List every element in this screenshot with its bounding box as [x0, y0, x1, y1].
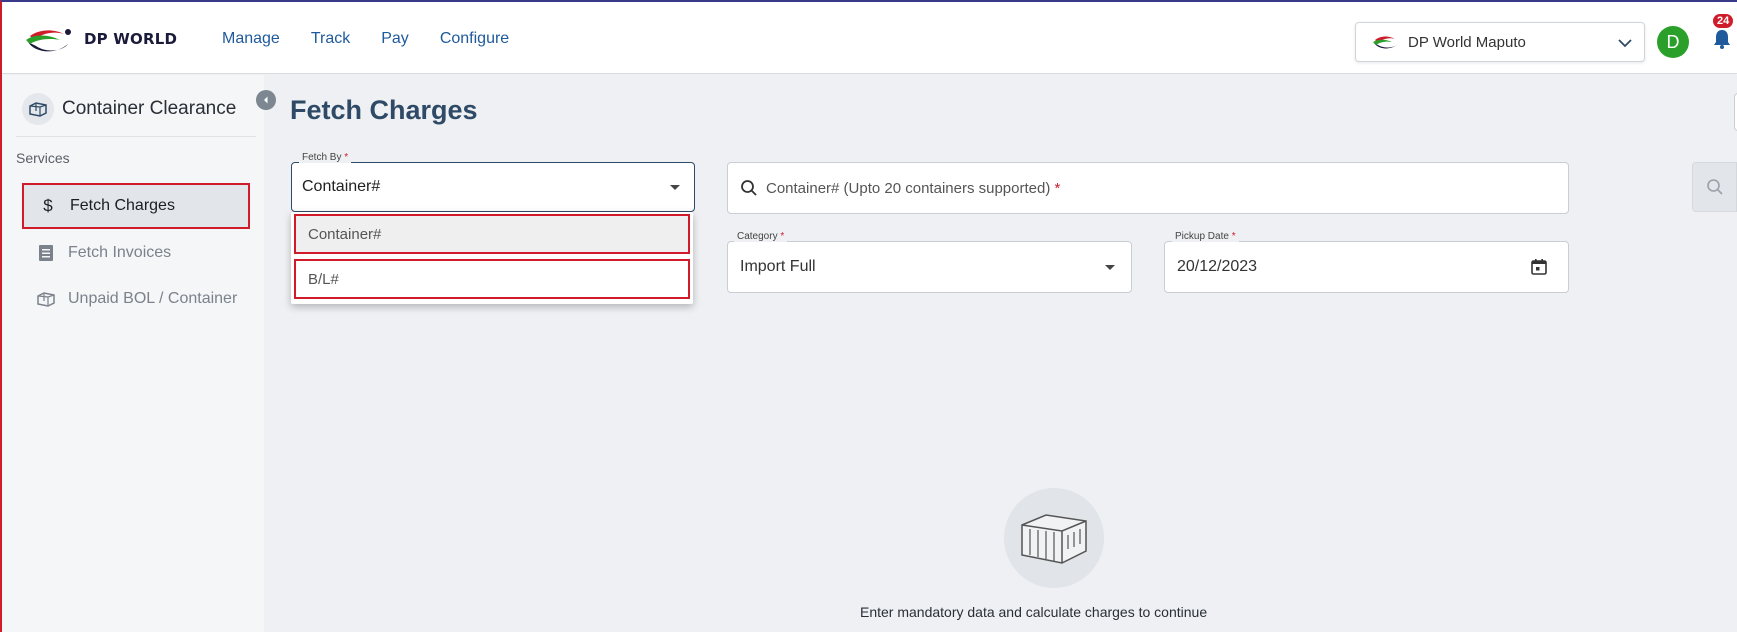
required-mark: * [1054, 179, 1061, 197]
required-mark: * [1231, 231, 1236, 242]
caret-down-icon [1105, 265, 1115, 270]
chevron-left-icon [264, 96, 268, 104]
dp-world-logo[interactable]: DP WORLD [24, 22, 177, 56]
pickup-date-field[interactable]: 20/12/2023 [1164, 241, 1569, 293]
category-label-text: Category [737, 231, 778, 242]
pickup-date-label: Pickup Date * [1172, 231, 1239, 242]
dropdown-option-bl[interactable]: B/L# [294, 259, 690, 299]
search-icon [1706, 179, 1723, 195]
sidebar-item-fetch-charges[interactable]: $ Fetch Charges [22, 183, 250, 229]
dropdown-option-container[interactable]: Container# [294, 214, 690, 254]
fetch-by-label-text: Fetch By [302, 152, 342, 163]
sidebar-title: Container Clearance [62, 98, 237, 119]
fetch-by-value: Container# [302, 178, 381, 195]
document-icon [36, 244, 56, 262]
collapse-sidebar-button[interactable] [256, 90, 276, 110]
nav-track[interactable]: Track [311, 30, 350, 48]
services-label: Services [16, 150, 70, 166]
nav-manage[interactable]: Manage [222, 30, 280, 48]
empty-state-message: Enter mandatory data and calculate charg… [860, 604, 1208, 620]
fetch-by-label: Fetch By * [299, 152, 352, 163]
empty-state-illustration [1004, 488, 1104, 588]
notification-badge: 24 [1713, 14, 1734, 28]
logo-text: DP WORLD [84, 30, 178, 48]
category-label: Category * [734, 231, 788, 242]
fetch-by-dropdown: Container# B/L# [291, 212, 693, 304]
terminal-name: DP World Maputo [1408, 33, 1526, 51]
container-icon [22, 93, 54, 125]
pickup-date-value: 20/12/2023 [1177, 258, 1258, 275]
page-title: Fetch Charges [290, 95, 478, 125]
category-value: Import Full [740, 258, 816, 275]
chevron-down-icon [1618, 39, 1632, 48]
sidebar: Container Clearance Services $ Fetch Cha… [2, 75, 264, 632]
sidebar-header: Container Clearance [22, 93, 236, 125]
sidebar-item-label: Unpaid BOL / Container [68, 290, 238, 307]
avatar[interactable]: D [1657, 26, 1689, 58]
search-placeholder: Container# (Upto 20 containers supported… [766, 180, 1060, 197]
main-nav: Manage Track Pay Configure [222, 30, 540, 48]
search-button[interactable] [1692, 162, 1737, 212]
nav-pay[interactable]: Pay [381, 30, 409, 48]
sidebar-item-label: Fetch Invoices [68, 244, 172, 261]
sidebar-divider [16, 136, 256, 137]
dollar-icon: $ [43, 196, 53, 215]
pickup-date-label-text: Pickup Date [1175, 231, 1229, 242]
container-icon [36, 291, 56, 307]
terminal-logo-icon [1373, 36, 1398, 49]
main-content [264, 75, 1737, 632]
caret-down-icon [670, 185, 680, 190]
dp-world-logo-icon [26, 29, 71, 52]
fetch-by-select[interactable]: Container# [291, 162, 695, 212]
category-select[interactable]: Import Full [727, 241, 1132, 293]
sidebar-item-label: Fetch Charges [70, 197, 175, 214]
sidebar-item-unpaid-bol[interactable]: Unpaid BOL / Container [22, 276, 250, 322]
container-search-input[interactable]: Container# (Upto 20 containers supported… [727, 162, 1569, 214]
required-mark: * [780, 231, 785, 242]
container-icon [1021, 514, 1087, 564]
sidebar-item-fetch-invoices[interactable]: Fetch Invoices [22, 230, 250, 276]
required-mark: * [344, 152, 349, 163]
search-icon [741, 180, 757, 196]
top-bar: DP WORLD Manage Track Pay Configure DP W… [2, 2, 1737, 74]
calendar-icon[interactable] [1530, 258, 1548, 276]
search-placeholder-text: Container# (Upto 20 containers supported… [766, 179, 1051, 197]
nav-configure[interactable]: Configure [440, 30, 509, 48]
terminal-select[interactable]: DP World Maputo [1355, 22, 1645, 62]
bell-icon[interactable] [1712, 28, 1732, 50]
